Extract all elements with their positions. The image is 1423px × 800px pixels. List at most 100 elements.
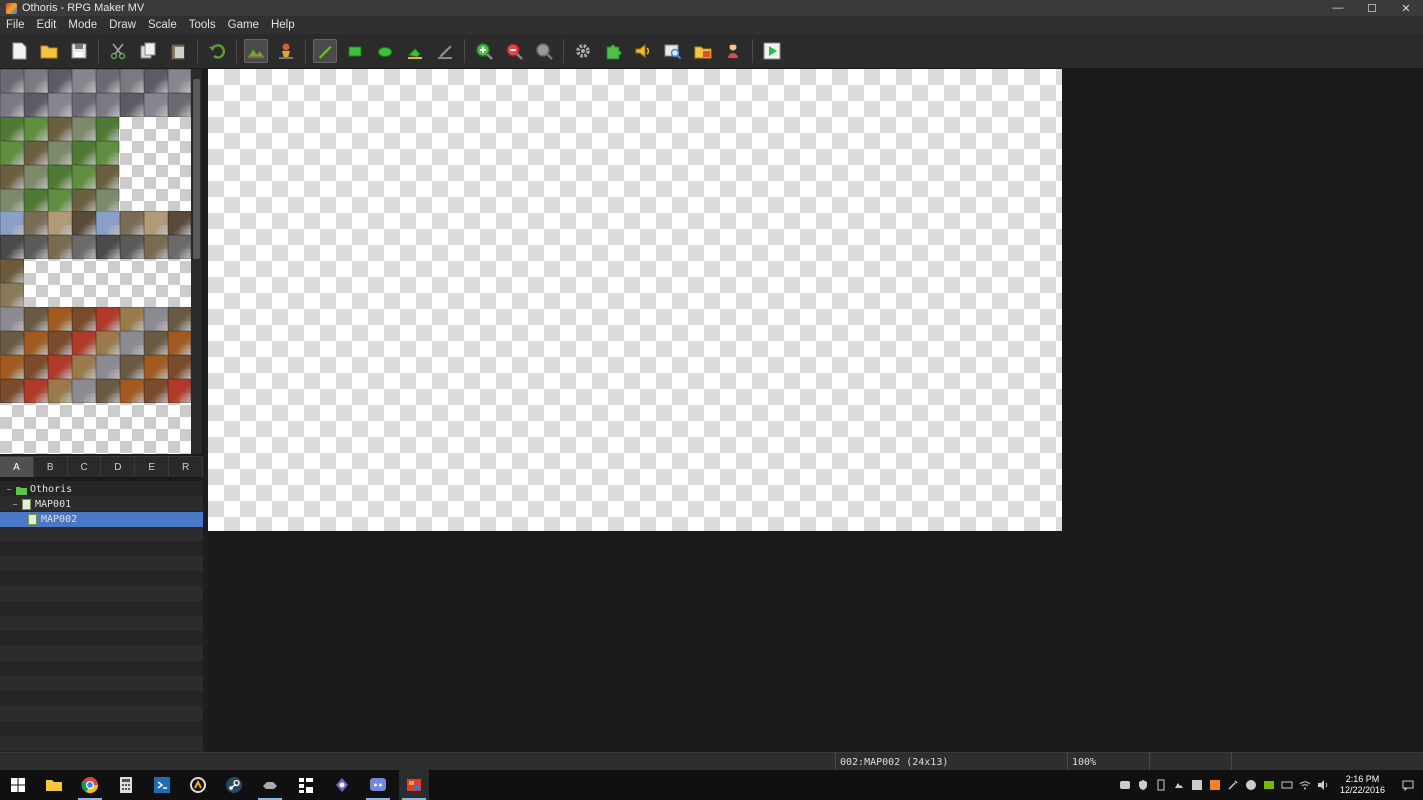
tile[interactable]: [96, 331, 120, 355]
network-tray-icon[interactable]: [1280, 778, 1294, 792]
tile[interactable]: [48, 69, 72, 93]
menu-game[interactable]: Game: [222, 19, 265, 31]
zoom-out-button[interactable]: [502, 39, 526, 63]
tab-a[interactable]: A: [0, 457, 34, 477]
task-view-button[interactable]: [291, 770, 321, 800]
clock[interactable]: 2:16 PM 12/22/2016: [1340, 774, 1385, 796]
fill-tool-button[interactable]: [403, 39, 427, 63]
tile[interactable]: [0, 69, 24, 93]
tile[interactable]: [48, 117, 72, 141]
steam-tray-icon[interactable]: [1244, 778, 1258, 792]
tile[interactable]: [144, 379, 168, 403]
character-generator-button[interactable]: [721, 39, 745, 63]
orange-tray-icon[interactable]: [1208, 778, 1222, 792]
tile[interactable]: [120, 307, 144, 331]
tile[interactable]: [96, 141, 119, 165]
tile[interactable]: [120, 69, 144, 93]
actual-size-button[interactable]: [532, 39, 556, 63]
ellipse-tool-button[interactable]: [373, 39, 397, 63]
map-tree[interactable]: − Othoris − MAP001 MAP002: [0, 481, 203, 752]
nvidia-tray-icon[interactable]: [1262, 778, 1276, 792]
tile[interactable]: [72, 165, 96, 189]
tile[interactable]: [24, 117, 48, 141]
cloud-tray-icon[interactable]: [1172, 778, 1186, 792]
tile[interactable]: [0, 235, 24, 259]
tree-item-map002[interactable]: MAP002: [0, 512, 203, 527]
tile[interactable]: [24, 211, 48, 235]
visual-studio-button[interactable]: [147, 770, 177, 800]
tile[interactable]: [48, 379, 72, 403]
resource-manager-button[interactable]: [691, 39, 715, 63]
save-project-button[interactable]: [67, 39, 91, 63]
undo-button[interactable]: [205, 39, 229, 63]
tile[interactable]: [0, 283, 24, 307]
map-mode-button[interactable]: [244, 39, 268, 63]
new-project-button[interactable]: [7, 39, 31, 63]
scrollbar-thumb[interactable]: [193, 79, 200, 259]
tile[interactable]: [0, 141, 24, 165]
tile[interactable]: [120, 355, 144, 379]
tile[interactable]: [72, 93, 96, 117]
tile[interactable]: [168, 379, 191, 403]
tile[interactable]: [144, 93, 168, 117]
menu-edit[interactable]: Edit: [31, 19, 63, 31]
paste-button[interactable]: [166, 39, 190, 63]
usb-tray-icon[interactable]: [1154, 778, 1168, 792]
tile[interactable]: [24, 307, 48, 331]
tile[interactable]: [144, 331, 168, 355]
menu-scale[interactable]: Scale: [142, 19, 183, 31]
tile[interactable]: [48, 165, 72, 189]
tile[interactable]: [48, 93, 72, 117]
tab-r[interactable]: R: [169, 457, 203, 477]
playtest-button[interactable]: [760, 39, 784, 63]
tile[interactable]: [24, 165, 48, 189]
rectangle-tool-button[interactable]: [343, 39, 367, 63]
notifications-icon[interactable]: [1401, 778, 1415, 792]
tile[interactable]: [96, 355, 120, 379]
tile[interactable]: [24, 355, 48, 379]
chrome-button[interactable]: [75, 770, 105, 800]
tile[interactable]: [72, 307, 96, 331]
tile[interactable]: [0, 331, 24, 355]
tile[interactable]: [96, 69, 120, 93]
start-button[interactable]: [3, 770, 33, 800]
steam-button[interactable]: [219, 770, 249, 800]
collapse-icon[interactable]: −: [11, 500, 19, 509]
tool-tray-icon[interactable]: [1226, 778, 1240, 792]
tile[interactable]: [120, 93, 144, 117]
tile[interactable]: [96, 307, 120, 331]
zoom-in-button[interactable]: [472, 39, 496, 63]
tile[interactable]: [96, 235, 120, 259]
tab-d[interactable]: D: [101, 457, 136, 477]
menu-mode[interactable]: Mode: [62, 19, 103, 31]
menu-draw[interactable]: Draw: [103, 19, 142, 31]
tile[interactable]: [0, 211, 24, 235]
tile[interactable]: [24, 235, 48, 259]
tile[interactable]: [72, 117, 96, 141]
tile[interactable]: [72, 331, 96, 355]
tile[interactable]: [120, 211, 144, 235]
sound-test-button[interactable]: [631, 39, 655, 63]
tree-item-project[interactable]: − Othoris: [0, 482, 203, 497]
rpg-maker-button[interactable]: [399, 770, 429, 800]
calculator-button[interactable]: [111, 770, 141, 800]
tile[interactable]: [168, 331, 191, 355]
wifi-icon[interactable]: [1298, 778, 1312, 792]
tab-c[interactable]: C: [68, 457, 102, 477]
tile[interactable]: [168, 307, 191, 331]
tileset-scrollbar[interactable]: [191, 69, 202, 454]
tileset-palette[interactable]: [0, 69, 191, 454]
tile[interactable]: [48, 141, 72, 165]
tile[interactable]: [0, 355, 24, 379]
tile[interactable]: [48, 355, 72, 379]
tab-e[interactable]: E: [135, 457, 170, 477]
shield-tray-icon[interactable]: [1136, 778, 1150, 792]
plugin-manager-button[interactable]: [601, 39, 625, 63]
open-project-button[interactable]: [37, 39, 61, 63]
discord-button[interactable]: [363, 770, 393, 800]
tile[interactable]: [72, 235, 96, 259]
tile[interactable]: [48, 331, 72, 355]
tile[interactable]: [48, 189, 72, 213]
menu-tools[interactable]: Tools: [183, 19, 222, 31]
tile[interactable]: [24, 93, 48, 117]
